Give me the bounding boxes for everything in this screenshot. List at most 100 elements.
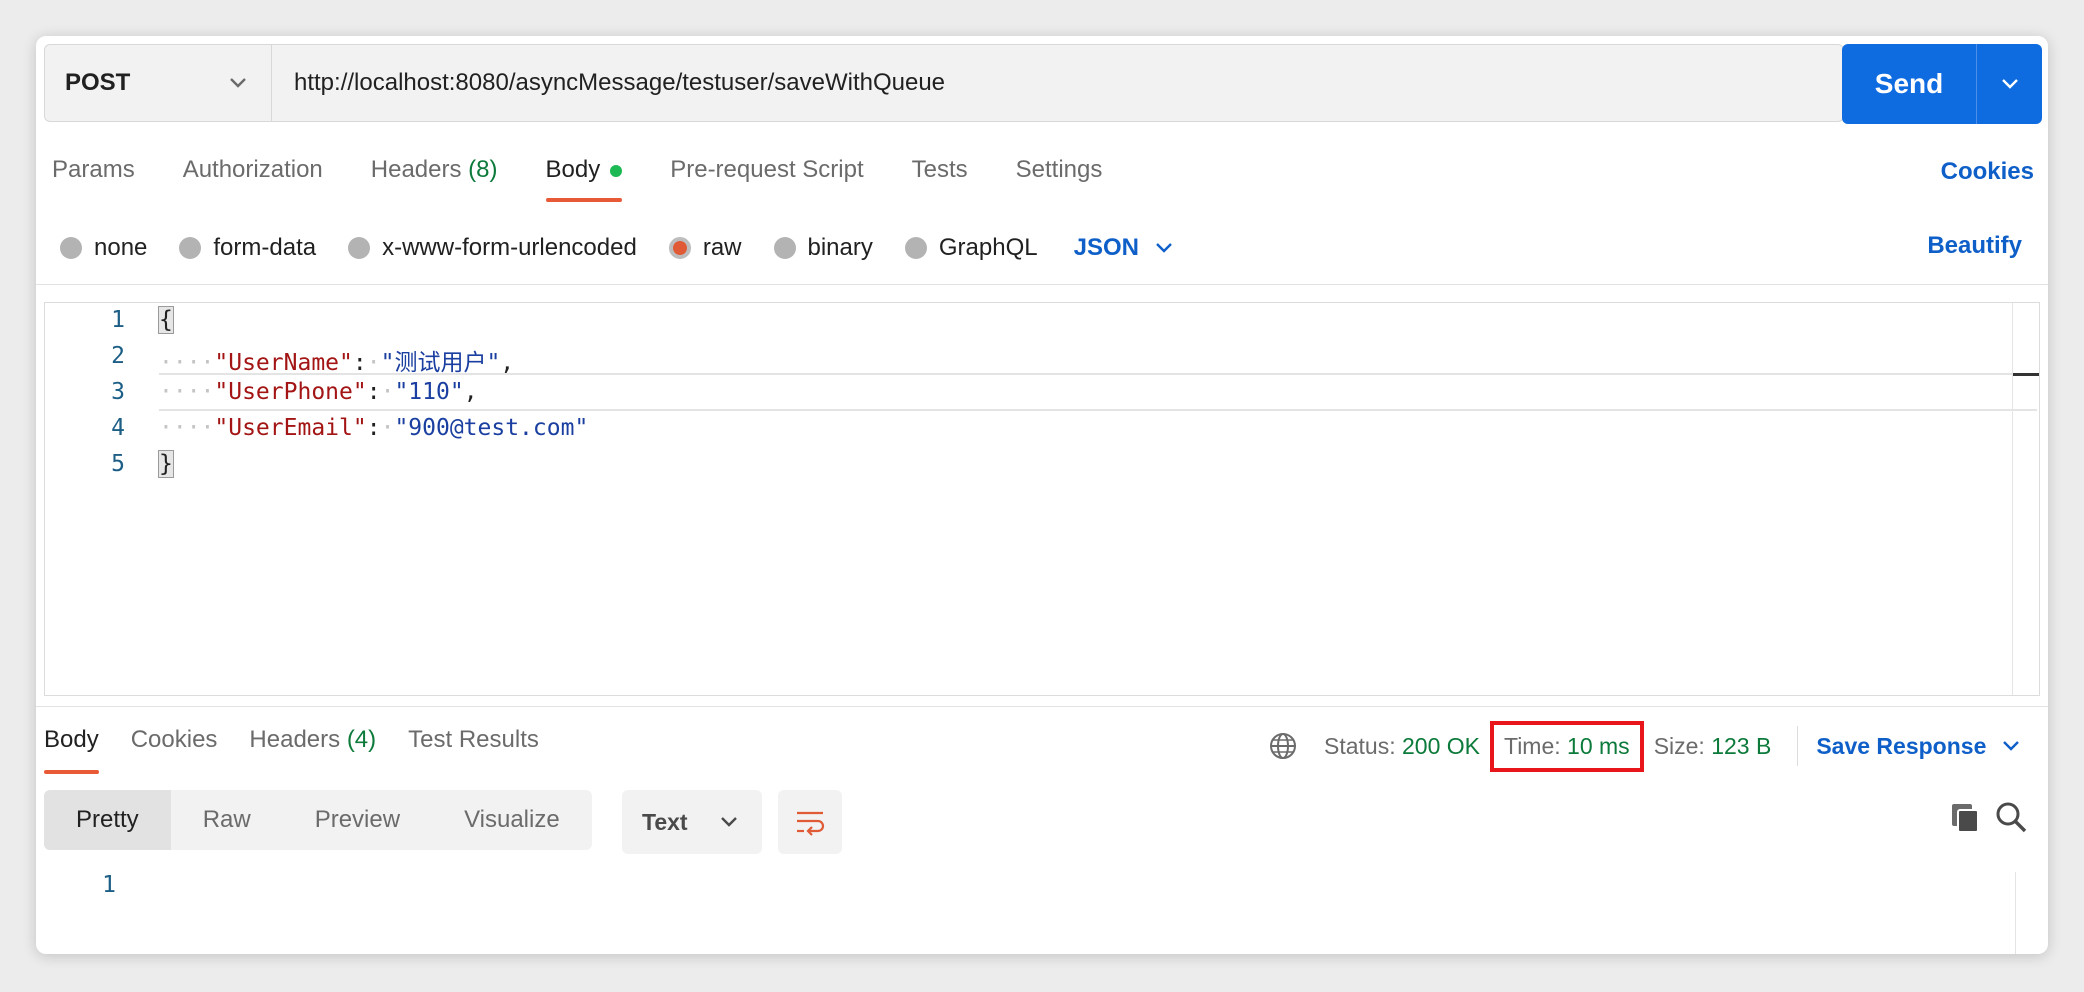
cookies-link[interactable]: Cookies — [1941, 158, 2034, 186]
view-preview[interactable]: Preview — [283, 790, 432, 850]
response-scrollbar[interactable] — [2015, 872, 2048, 954]
send-button[interactable]: Send — [1842, 44, 1976, 124]
json-value: "900@test.com" — [394, 415, 589, 441]
tab-pre-request-script[interactable]: Pre-request Script — [670, 156, 863, 196]
open-brace: { — [158, 306, 174, 334]
view-label: Preview — [314, 806, 401, 833]
send-options-button[interactable] — [1977, 44, 2042, 124]
response-tab-cookies[interactable]: Cookies — [131, 726, 218, 766]
json-value: "110" — [394, 379, 464, 405]
tab-body[interactable]: Body — [545, 156, 623, 202]
body-editor[interactable]: 1 { 2 ····"UserName":·"测试用户", 3 ····"Use… — [44, 302, 2040, 696]
tab-label: Authorization — [182, 156, 323, 183]
radio-binary[interactable]: binary — [773, 234, 873, 262]
view-label: Visualize — [464, 806, 560, 833]
globe-icon[interactable] — [1268, 731, 1298, 761]
radio-graphql[interactable]: GraphQL — [904, 234, 1038, 262]
radio-x-www-form-urlencoded[interactable]: x-www-form-urlencoded — [348, 234, 637, 262]
tab-label: Test Results — [408, 726, 539, 753]
radio-label: x-www-form-urlencoded — [382, 234, 637, 261]
size-label: Size: — [1653, 732, 1705, 759]
radio-raw[interactable]: raw — [668, 234, 742, 262]
radio-label: none — [94, 234, 148, 261]
radio-none[interactable]: none — [60, 234, 147, 262]
request-tabs: Params Authorization Headers (8) Body Pr… — [52, 156, 1150, 202]
line-number: 5 — [111, 451, 125, 477]
line-code: { — [158, 306, 174, 334]
request-bar: POST http://localhost:8080/asyncMessage/… — [44, 44, 1844, 122]
divider — [36, 284, 2048, 285]
tab-tests[interactable]: Tests — [912, 156, 968, 196]
scrollbar-marker — [2013, 373, 2039, 376]
radio-circle — [348, 237, 371, 259]
json-comma: , — [500, 350, 515, 376]
tab-label: Body — [545, 156, 601, 183]
line-number: 3 — [111, 379, 125, 405]
json-value: "测试用户" — [380, 350, 501, 376]
response-format-label: Text — [642, 808, 688, 835]
view-visualize[interactable]: Visualize — [432, 790, 592, 850]
chevron-down-icon — [2003, 741, 2020, 751]
search-icon[interactable] — [1994, 800, 2028, 834]
view-raw[interactable]: Raw — [171, 790, 283, 850]
status-label: Status: — [1324, 732, 1396, 759]
radio-form-data[interactable]: form-data — [179, 234, 316, 262]
radio-circle — [60, 237, 82, 259]
response-tabs: Body Cookies Headers (4) Test Results — [44, 726, 571, 774]
radio-circle-selected — [668, 237, 691, 259]
response-line-number: 1 — [102, 872, 116, 898]
tab-label: Params — [52, 156, 135, 183]
url-input[interactable]: http://localhost:8080/asyncMessage/testu… — [272, 44, 1844, 122]
wrap-lines-button[interactable] — [778, 790, 842, 854]
copy-icon[interactable] — [1948, 800, 1982, 834]
method-select[interactable]: POST — [44, 44, 272, 122]
chevron-down-icon — [2001, 79, 2018, 89]
divider — [1797, 726, 1799, 766]
time-info[interactable]: Time: 10 ms — [1490, 720, 1644, 772]
tab-settings[interactable]: Settings — [1016, 156, 1103, 196]
save-response-button[interactable]: Save Response — [1816, 733, 2020, 760]
size-info[interactable]: Size: 123 B — [1654, 733, 1772, 760]
body-type-options: none form-data x-www-form-urlencoded raw… — [60, 228, 1173, 268]
tab-label: Cookies — [130, 726, 218, 753]
line-number: 4 — [111, 415, 125, 441]
beautify-button[interactable]: Beautify — [1927, 232, 2022, 260]
line-number: 1 — [111, 307, 125, 333]
method-label: POST — [65, 69, 131, 96]
radio-label: binary — [807, 234, 873, 261]
response-tab-test-results[interactable]: Test Results — [408, 726, 539, 766]
send-button-group: Send — [1842, 44, 2042, 124]
response-tab-headers[interactable]: Headers (4) — [249, 726, 376, 766]
tab-params[interactable]: Params — [52, 156, 135, 196]
status-value: 200 OK — [1402, 732, 1480, 759]
radio-circle — [904, 237, 927, 259]
body-format-select[interactable]: JSON — [1074, 234, 1173, 262]
size-value: 123 B — [1711, 732, 1772, 759]
status-info[interactable]: Status: 200 OK — [1324, 733, 1480, 760]
response-format-select[interactable]: Text — [622, 790, 762, 854]
radio-label: form-data — [213, 234, 317, 261]
editor-line: 1 { — [45, 303, 2039, 339]
wrap-lines-icon — [797, 811, 825, 836]
line-code: ····"UserPhone":·"110", — [159, 379, 478, 405]
line-code: } — [158, 450, 174, 478]
response-meta: Status: 200 OK Time: 10 ms Size: 123 B S… — [1268, 720, 2020, 772]
chevron-down-icon — [230, 78, 246, 88]
tab-headers[interactable]: Headers (8) — [371, 156, 498, 196]
view-pretty[interactable]: Pretty — [44, 790, 171, 850]
editor-scrollbar[interactable] — [2012, 303, 2039, 695]
json-key: "UserEmail" — [214, 415, 367, 441]
view-label: Raw — [202, 806, 251, 833]
close-brace: } — [158, 450, 174, 478]
send-label: Send — [1874, 68, 1944, 99]
tab-authorization[interactable]: Authorization — [183, 156, 323, 196]
json-key: "UserName" — [214, 350, 353, 376]
tab-label: Tests — [911, 156, 968, 183]
radio-circle — [179, 237, 202, 259]
chevron-down-icon — [1156, 243, 1172, 253]
editor-line: 4 ····"UserEmail":·"900@test.com" — [45, 411, 2039, 447]
tab-label: Body — [44, 726, 99, 753]
editor-line: 3 ····"UserPhone":·"110", — [45, 375, 2039, 411]
response-tab-body[interactable]: Body — [44, 726, 99, 774]
headers-count: (4) — [346, 726, 377, 753]
